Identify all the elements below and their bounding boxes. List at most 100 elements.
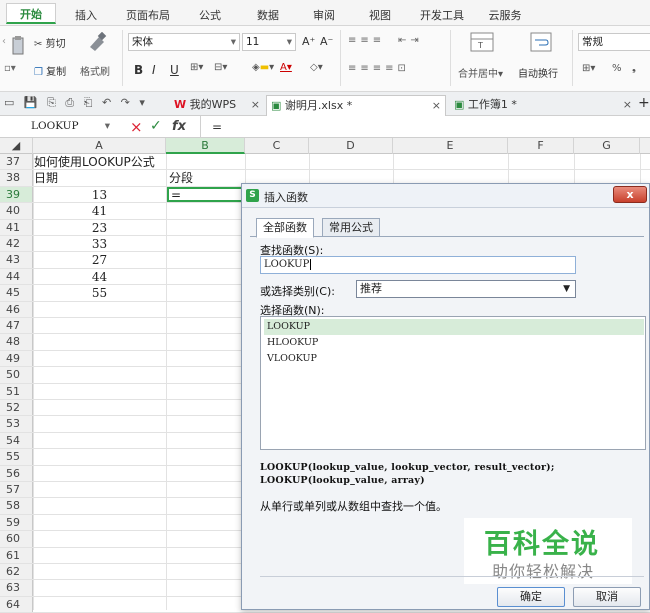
cell-b[interactable] bbox=[167, 449, 245, 464]
row-number[interactable]: 59 bbox=[0, 514, 33, 531]
dialog-close-button[interactable]: x bbox=[613, 186, 647, 203]
row-number[interactable]: 55 bbox=[0, 449, 33, 465]
italic-button[interactable]: I bbox=[152, 63, 156, 77]
confirm-formula-button[interactable]: ✓ bbox=[150, 118, 162, 134]
tab-xlsx-file[interactable]: ▣ 谢明月.xlsx * × bbox=[266, 95, 446, 116]
horizontal-align-icons[interactable]: ≡≡≡≡⊡ bbox=[348, 63, 410, 74]
cell-style-icon[interactable]: ⊟▾ bbox=[214, 62, 227, 73]
font-color-icon[interactable]: A▾ bbox=[280, 62, 292, 73]
wrap-text-icon[interactable] bbox=[530, 32, 552, 55]
column-header-f[interactable]: F bbox=[508, 138, 574, 154]
close-icon[interactable]: × bbox=[432, 96, 441, 115]
close-icon[interactable]: × bbox=[251, 95, 260, 114]
cell-b[interactable] bbox=[167, 236, 245, 251]
tab-review[interactable]: 审阅 bbox=[302, 5, 346, 26]
insert-function-button[interactable]: fx bbox=[172, 119, 186, 134]
merge-center-icon[interactable]: T bbox=[470, 32, 494, 55]
font-name-select[interactable]: 宋体 ▾ bbox=[128, 33, 240, 51]
font-shrink-button[interactable]: A⁻ bbox=[320, 35, 333, 48]
cell-a[interactable]: 27 bbox=[33, 252, 166, 267]
tab-workbook1[interactable]: ▣ 工作簿1 * × bbox=[450, 95, 636, 116]
cell-b[interactable] bbox=[167, 580, 245, 595]
search-function-input[interactable]: LOOKUP bbox=[260, 256, 576, 274]
cell-a[interactable]: 13 bbox=[33, 187, 166, 202]
cell-b[interactable] bbox=[167, 515, 245, 530]
row-number[interactable]: 39 bbox=[0, 186, 33, 203]
clear-format-icon[interactable]: ◇▾ bbox=[310, 62, 323, 73]
cell-b[interactable] bbox=[167, 564, 245, 579]
tab-home[interactable]: 开始 bbox=[6, 3, 56, 24]
name-box[interactable]: LOOKUP ▾ bbox=[2, 118, 114, 136]
select-all-corner[interactable]: ◢ bbox=[0, 138, 33, 154]
row-number[interactable]: 47 bbox=[0, 318, 33, 334]
cell-b[interactable] bbox=[167, 285, 245, 300]
cell-a[interactable]: 23 bbox=[33, 220, 166, 235]
cell-b[interactable] bbox=[167, 531, 245, 546]
tab-page-layout[interactable]: 页面布局 bbox=[118, 5, 178, 26]
row-number[interactable]: 54 bbox=[0, 432, 33, 449]
cell-b[interactable] bbox=[167, 400, 245, 415]
quick-access-icons[interactable]: ▭ 💾 ⎘ ⎙ ⎗ ↶ ↷ ▾ bbox=[4, 96, 148, 110]
cell-b[interactable] bbox=[167, 318, 245, 333]
column-header-g[interactable]: G bbox=[574, 138, 640, 154]
tab-insert[interactable]: 插入 bbox=[66, 5, 106, 26]
cell-b[interactable] bbox=[167, 433, 245, 448]
tab-data[interactable]: 数据 bbox=[246, 5, 290, 26]
row-number[interactable]: 45 bbox=[0, 285, 33, 301]
underline-button[interactable]: U bbox=[170, 63, 179, 77]
cell-b[interactable] bbox=[167, 334, 245, 349]
column-header-a[interactable]: A bbox=[33, 138, 166, 154]
cell-a[interactable]: 33 bbox=[33, 236, 166, 251]
cell-b[interactable] bbox=[167, 416, 245, 431]
thousands-icon[interactable]: ❟ bbox=[632, 63, 636, 74]
function-item-hlookup[interactable]: HLOOKUP bbox=[264, 335, 644, 351]
row-number[interactable]: 56 bbox=[0, 465, 33, 481]
tab-all-functions[interactable]: 全部函数 bbox=[256, 218, 314, 238]
tab-formulas[interactable]: 公式 bbox=[188, 5, 232, 26]
row-number[interactable]: 63 bbox=[0, 580, 33, 596]
cell-b[interactable] bbox=[167, 302, 245, 317]
number-format-select[interactable]: 常规 bbox=[578, 33, 650, 51]
cut-button[interactable]: ✂ 剪切 bbox=[34, 35, 66, 50]
font-size-select[interactable]: 11 ▾ bbox=[242, 33, 296, 51]
function-item-vlookup[interactable]: VLOOKUP bbox=[264, 351, 644, 367]
tab-common-formulas[interactable]: 常用公式 bbox=[322, 218, 380, 237]
row-number[interactable]: 49 bbox=[0, 350, 33, 367]
cancel-formula-button[interactable]: × bbox=[130, 118, 143, 136]
column-header-d[interactable]: D bbox=[309, 138, 393, 154]
row-number[interactable]: 62 bbox=[0, 564, 33, 580]
formula-input[interactable]: = bbox=[212, 120, 222, 134]
ok-button[interactable]: 确定 bbox=[497, 587, 565, 607]
row-number[interactable]: 46 bbox=[0, 301, 33, 317]
cell-b[interactable] bbox=[167, 384, 245, 399]
row-number[interactable]: 37 bbox=[0, 154, 33, 170]
row-number[interactable]: 52 bbox=[0, 400, 33, 416]
row-number[interactable]: 50 bbox=[0, 367, 33, 383]
row-number[interactable]: 61 bbox=[0, 547, 33, 563]
cell-a[interactable]: 55 bbox=[33, 285, 166, 300]
cell-b[interactable]: = bbox=[167, 186, 245, 203]
tab-developer[interactable]: 开发工具 bbox=[412, 5, 472, 26]
ribbon-scroll-left-icon[interactable]: ‹ bbox=[2, 36, 6, 47]
row-number[interactable]: 58 bbox=[0, 498, 33, 514]
row-number[interactable]: 53 bbox=[0, 416, 33, 432]
tab-view[interactable]: 视图 bbox=[358, 5, 402, 26]
cell-b[interactable] bbox=[167, 252, 245, 267]
row-number[interactable]: 40 bbox=[0, 203, 33, 219]
indent-icons[interactable]: ⇤⇥ bbox=[398, 35, 423, 46]
cell-b[interactable] bbox=[167, 203, 245, 218]
cell-b[interactable] bbox=[167, 351, 245, 366]
row-number[interactable]: 44 bbox=[0, 268, 33, 285]
row-number[interactable]: 60 bbox=[0, 531, 33, 547]
cell-b[interactable] bbox=[167, 220, 245, 235]
row-number[interactable]: 43 bbox=[0, 252, 33, 268]
row-number[interactable]: 57 bbox=[0, 482, 33, 498]
vertical-align-icons[interactable]: ≡≡≡ bbox=[348, 35, 385, 46]
row-number[interactable]: 38 bbox=[0, 170, 33, 186]
row-number[interactable]: 41 bbox=[0, 219, 33, 235]
cell-a[interactable]: 44 bbox=[33, 269, 166, 284]
cell-b[interactable] bbox=[167, 498, 245, 513]
copy-button[interactable]: ❐ 复制 bbox=[34, 63, 66, 78]
merge-center-button[interactable]: 合并居中▾ bbox=[458, 65, 503, 80]
clipboard-more-icon[interactable]: ▫▾ bbox=[4, 63, 16, 74]
